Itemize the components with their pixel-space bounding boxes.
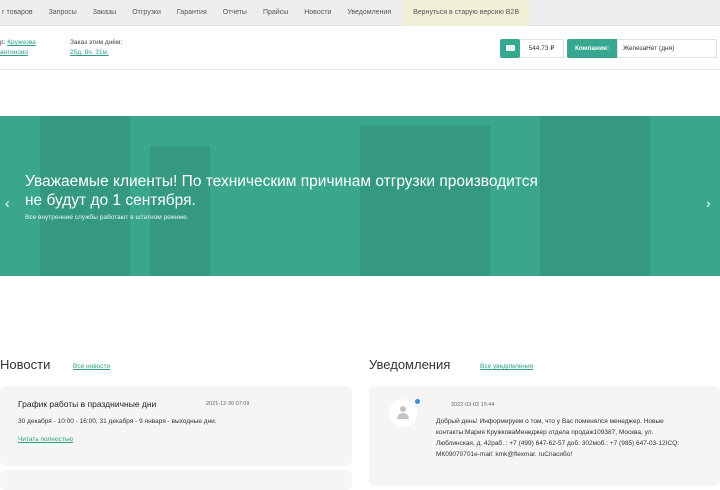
- nav-reports[interactable]: Отчеты: [215, 0, 255, 26]
- company-label[interactable]: Компания:: [567, 39, 617, 58]
- company-select[interactable]: ЖелезаНет (дня): [617, 39, 717, 58]
- banner-subtitle: Все внутренние службы работают в штатном…: [25, 214, 189, 221]
- news-card[interactable]: [0, 470, 352, 490]
- address-link-line2[interactable]: антиново: [0, 49, 28, 56]
- envelope-icon: [506, 45, 515, 51]
- nav-warranty[interactable]: Гарантия: [169, 0, 215, 26]
- balance-display: 544.73 ₽: [520, 39, 564, 58]
- avatar: [389, 399, 417, 427]
- news-card[interactable]: График работы в праздничные дни 2021-12-…: [0, 386, 352, 466]
- nav-news[interactable]: Новости: [296, 0, 339, 26]
- messages-button[interactable]: [500, 39, 520, 58]
- order-label: Заказ этим днём:: [70, 39, 123, 46]
- nav-catalog[interactable]: г товаров: [0, 0, 41, 26]
- all-news-link[interactable]: Все новости: [73, 363, 110, 370]
- banner-background-shape: [540, 116, 650, 276]
- read-more-link[interactable]: Читать полностью: [18, 436, 73, 443]
- all-notifications-link[interactable]: Все уведомления: [480, 363, 533, 370]
- order-countdown[interactable]: 25д. 8ч. 31м.: [70, 49, 109, 56]
- chevron-left-icon[interactable]: ‹: [5, 196, 10, 210]
- nav-notifications[interactable]: Уведомления: [339, 0, 399, 26]
- news-date: 2021-12-30 07:09: [206, 401, 250, 407]
- news-heading: Новости: [0, 357, 51, 372]
- sub-header: р: Кружкова антиново Заказ этим днём: 25…: [0, 26, 720, 70]
- user-icon: [400, 406, 406, 412]
- notification-card[interactable]: 2022-03-02 15:44 Добрый день! Информируе…: [369, 386, 720, 486]
- notification-text: Добрый день! Информируем о том, что у Ва…: [436, 418, 680, 458]
- news-text: 30 декабря - 10:00 - 16:00, 31 декабря -…: [18, 418, 217, 425]
- notifications-heading: Уведомления: [369, 357, 451, 372]
- banner-background-shape: [150, 146, 210, 276]
- news-title: График работы в праздничные дни: [18, 399, 157, 409]
- notification-date: 2022-03-02 15:44: [451, 402, 495, 408]
- old-version-link[interactable]: Вернуться в старую версию B2B: [403, 0, 529, 26]
- chevron-right-icon[interactable]: ›: [706, 196, 711, 210]
- nav-pricelists[interactable]: Прайсы: [255, 0, 296, 26]
- top-navigation: г товаров Запросы Заказы Отгрузки Гарант…: [0, 0, 720, 26]
- order-deadline: Заказ этим днём: 25д. 8ч. 31м.: [70, 38, 122, 58]
- address-link[interactable]: Кружкова: [7, 39, 36, 46]
- nav-orders[interactable]: Заказы: [85, 0, 124, 26]
- nav-shipments[interactable]: Отгрузки: [124, 0, 169, 26]
- nav-requests[interactable]: Запросы: [41, 0, 85, 26]
- banner-title: Уважаемые клиенты! По техническим причин…: [25, 173, 538, 209]
- unread-dot-icon: [415, 399, 420, 404]
- user-icon-body: [397, 413, 409, 419]
- promo-banner: Уважаемые клиенты! По техническим причин…: [0, 116, 720, 276]
- delivery-address: р: Кружкова антиново: [0, 38, 36, 58]
